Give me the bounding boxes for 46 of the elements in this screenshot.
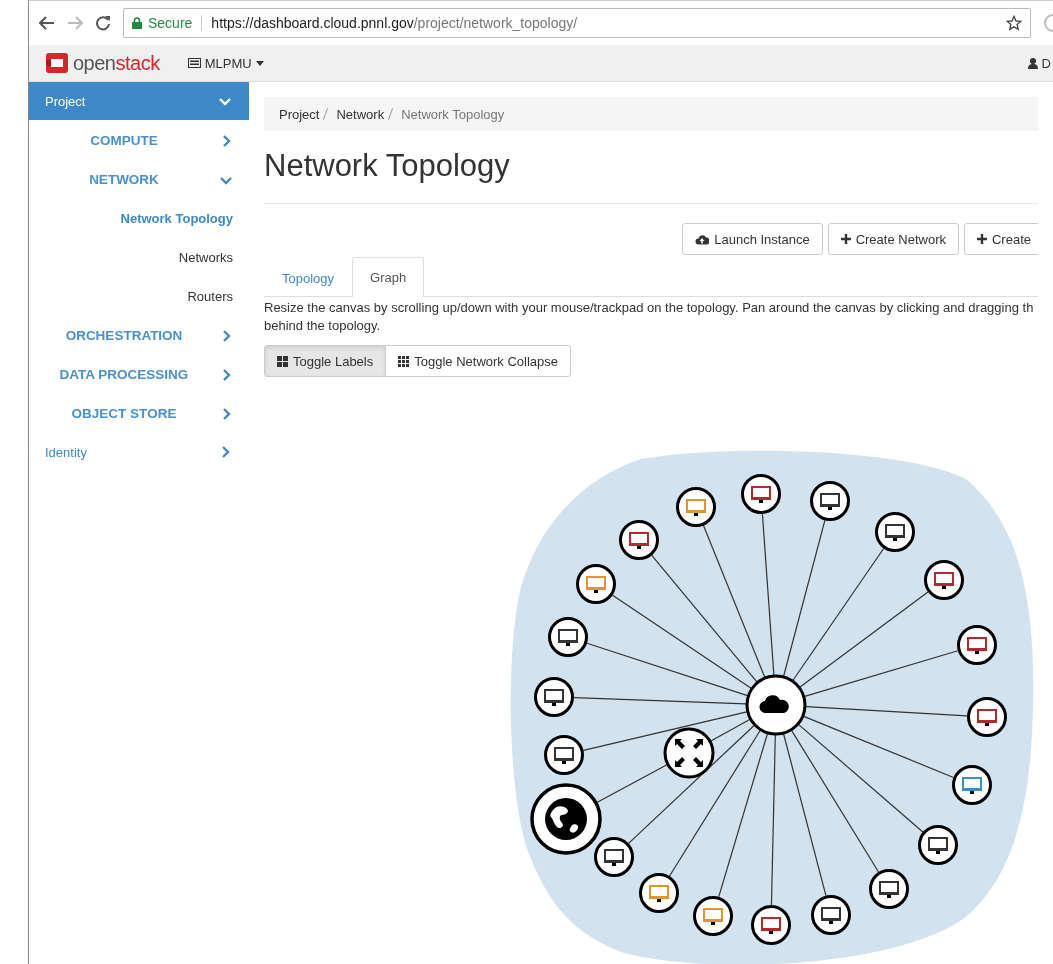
chevron-icon bbox=[220, 368, 232, 381]
chevron-icon bbox=[220, 329, 232, 342]
tab[interactable]: Graph bbox=[352, 257, 425, 297]
sidebar-section[interactable]: Project bbox=[29, 82, 249, 120]
chevron-icon bbox=[220, 134, 232, 147]
reload-icon[interactable] bbox=[95, 15, 111, 31]
server-icon bbox=[187, 58, 201, 68]
toggle-button[interactable]: Toggle Labels bbox=[264, 345, 387, 377]
caret-icon bbox=[255, 60, 264, 66]
sidebar-section[interactable]: Identity bbox=[29, 433, 249, 471]
grid-icon bbox=[277, 355, 288, 367]
address-bar[interactable]: Secure https://dashboard.cloud.pnnl.gov/project/network_topology/ bbox=[123, 8, 1031, 38]
tab[interactable]: Topology bbox=[264, 258, 353, 297]
project-dropdown[interactable]: MLPMU bbox=[187, 55, 264, 71]
chevron-icon bbox=[219, 446, 231, 458]
grid-icon bbox=[398, 355, 410, 367]
plus-icon bbox=[840, 234, 851, 244]
chevron-icon bbox=[220, 407, 232, 420]
back-icon[interactable] bbox=[39, 16, 55, 30]
action-button[interactable]: Create Network bbox=[827, 223, 959, 255]
description-text: behind the topology. bbox=[264, 317, 381, 335]
plus-icon bbox=[976, 234, 987, 244]
action-button[interactable]: Create bbox=[963, 223, 1038, 255]
sidebar-link[interactable]: Routers bbox=[29, 277, 249, 316]
router-node[interactable] bbox=[663, 727, 715, 779]
breadcrumb-current: Network Topology bbox=[401, 106, 505, 122]
chevron-icon bbox=[219, 95, 231, 107]
bookmark-star-icon[interactable] bbox=[1006, 15, 1022, 31]
user-menu[interactable]: D bbox=[1027, 55, 1051, 71]
page-title: Network Topology bbox=[264, 148, 1038, 204]
cloud-upload-icon bbox=[695, 233, 710, 245]
description-text: Resize the canvas by scrolling up/down with your mouse/trackpad on the topology. Pan around the canvas by clicking and dragging th bbox=[264, 299, 1034, 317]
action-button[interactable]: Launch Instance bbox=[682, 223, 823, 255]
brand-name[interactable]: openstack bbox=[73, 51, 160, 75]
breadcrumb-link[interactable]: Project bbox=[279, 106, 320, 122]
toggle-button[interactable]: Toggle Network Collapse bbox=[385, 345, 572, 377]
network-node[interactable] bbox=[745, 674, 807, 736]
logo-icon bbox=[45, 52, 69, 74]
url-text: https://dashboard.cloud.pnnl.gov/project/network_topology/ bbox=[211, 15, 578, 31]
sidebar-link[interactable]: Networks bbox=[29, 238, 249, 277]
lock-icon bbox=[132, 17, 142, 29]
breadcrumb-link[interactable]: Network bbox=[336, 106, 385, 122]
external-network-node[interactable] bbox=[530, 783, 602, 855]
sidebar-link[interactable]: Network Topology bbox=[29, 199, 249, 238]
user-icon bbox=[1027, 57, 1038, 69]
secure-label: Secure bbox=[148, 15, 193, 31]
